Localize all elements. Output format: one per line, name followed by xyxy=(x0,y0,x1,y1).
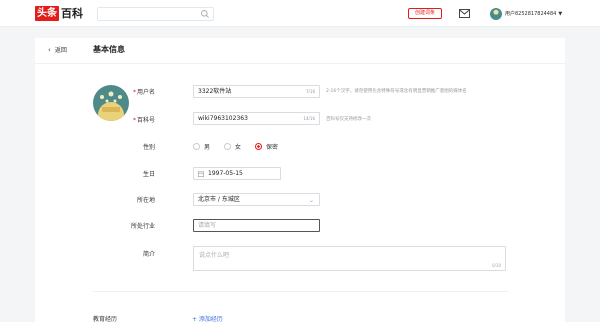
page-title: 基本信息 xyxy=(93,45,125,54)
gender-radio-group: 男 女 保密 xyxy=(193,142,292,151)
wiki-id-value: wiki7963102363 xyxy=(198,115,248,122)
top-header: 头条 百科 创建词条 用户8252817824484 ▼ xyxy=(0,0,600,27)
bio-count: 0/30 xyxy=(492,263,501,268)
back-label: 返回 xyxy=(54,47,67,54)
wiki-id-count: 14/16 xyxy=(303,116,315,121)
wiki-id-label: *百科号 xyxy=(132,117,155,124)
logo-badge: 头条 xyxy=(35,6,59,21)
username-label: *用户名 xyxy=(132,89,155,96)
username-value: 3322软件站 xyxy=(198,88,232,95)
user-name: 用户8252817824484 xyxy=(505,11,557,17)
location-select[interactable]: 北京市 / 东城区 ⌄ xyxy=(193,193,320,206)
gender-option-secret[interactable]: 保密 xyxy=(255,142,278,151)
logo-text: 百科 xyxy=(61,7,83,20)
username-hint: 2-16个汉字，请勿使用包含特殊符号或含有明显营销推广意图的媒体名 xyxy=(326,89,467,94)
gender-option-female[interactable]: 女 xyxy=(224,142,241,151)
profile-card: ‹ 返回 基本信息 *用户名 3322软件站 7/16 2-16个汉字，请勿使用… xyxy=(35,38,565,322)
chevron-left-icon: ‹ xyxy=(48,45,51,54)
location-label: 所在地 xyxy=(136,197,155,204)
section-divider xyxy=(93,291,508,292)
wiki-id-field[interactable]: wiki7963102363 14/16 xyxy=(193,112,320,125)
radio-icon xyxy=(224,143,232,150)
industry-field[interactable]: 请填写 xyxy=(193,219,320,232)
chevron-down-icon: ⌄ xyxy=(308,197,314,204)
gender-option-male[interactable]: 男 xyxy=(193,142,210,151)
logo[interactable]: 头条 百科 xyxy=(35,6,83,21)
search-icon[interactable] xyxy=(200,9,210,19)
search-input[interactable] xyxy=(97,7,214,21)
username-field[interactable]: 3322软件站 7/16 xyxy=(193,85,320,98)
industry-label: 所处行业 xyxy=(130,223,155,230)
mail-icon[interactable] xyxy=(459,9,470,18)
card-header: ‹ 返回 基本信息 xyxy=(35,38,565,64)
avatar xyxy=(490,7,502,20)
chevron-down-icon: ▼ xyxy=(558,10,563,17)
add-education-link[interactable]: + 添加经历 xyxy=(192,314,223,322)
back-button[interactable]: ‹ 返回 xyxy=(48,45,67,55)
user-menu[interactable]: 用户8252817824484 ▼ xyxy=(490,6,562,21)
radio-checked-icon xyxy=(255,143,263,150)
gender-label: 性别 xyxy=(142,144,155,151)
create-entry-button[interactable]: 创建词条 xyxy=(408,8,442,19)
radio-icon xyxy=(193,143,200,150)
birthday-field[interactable]: 1997-05-15 xyxy=(193,167,281,180)
wiki-id-hint: 百科号仅支持修改一次 xyxy=(326,117,371,122)
birthday-label: 生日 xyxy=(142,171,155,178)
username-count: 7/16 xyxy=(306,89,315,94)
bio-label: 简介 xyxy=(142,251,155,258)
bio-textarea[interactable]: 说点什么吧 0/30 xyxy=(193,246,506,271)
education-label: 教育经历 xyxy=(93,316,118,322)
calendar-icon xyxy=(198,171,204,177)
